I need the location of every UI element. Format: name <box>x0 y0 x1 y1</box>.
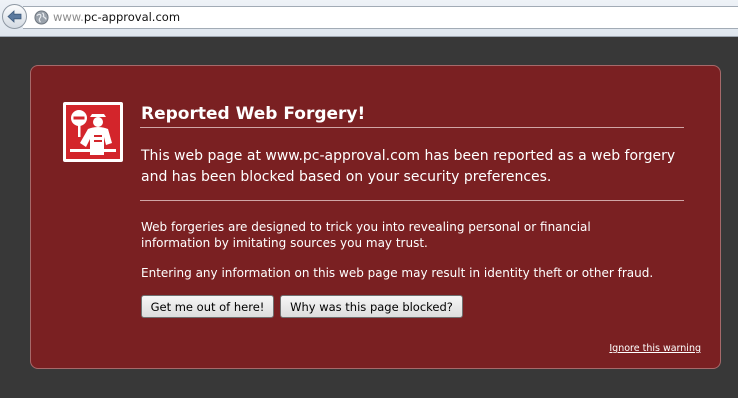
warning-title: Reported Web Forgery! <box>141 104 366 124</box>
forgery-badge <box>63 102 123 162</box>
forgery-explanation-text: Web forgeries are designed to trick you … <box>141 220 591 250</box>
back-button[interactable] <box>2 4 27 29</box>
warning-lead-text: This web page at www.pc-approval.com has… <box>141 148 676 185</box>
url-domain: pc-approval.com <box>83 10 181 24</box>
address-bar[interactable]: www.pc-approval.com <box>23 6 738 29</box>
browser-toolbar: www.pc-approval.com <box>0 0 738 37</box>
get-me-out-button[interactable]: Get me out of here! <box>141 295 274 318</box>
url-text[interactable]: www.pc-approval.com <box>53 10 180 25</box>
forgery-officer-icon <box>70 110 116 155</box>
section-divider <box>140 200 684 201</box>
forgery-warning-panel: Reported Web Forgery! This web page at w… <box>30 65 721 369</box>
globe-icon <box>34 10 49 25</box>
title-divider <box>140 127 684 128</box>
why-blocked-button[interactable]: Why was this page blocked? <box>280 295 463 318</box>
url-prefix: www. <box>53 10 84 24</box>
ignore-warning-link[interactable]: Ignore this warning <box>609 343 701 354</box>
identity-theft-warning-text: Entering any information on this web pag… <box>141 266 654 280</box>
back-arrow-icon <box>7 10 22 23</box>
